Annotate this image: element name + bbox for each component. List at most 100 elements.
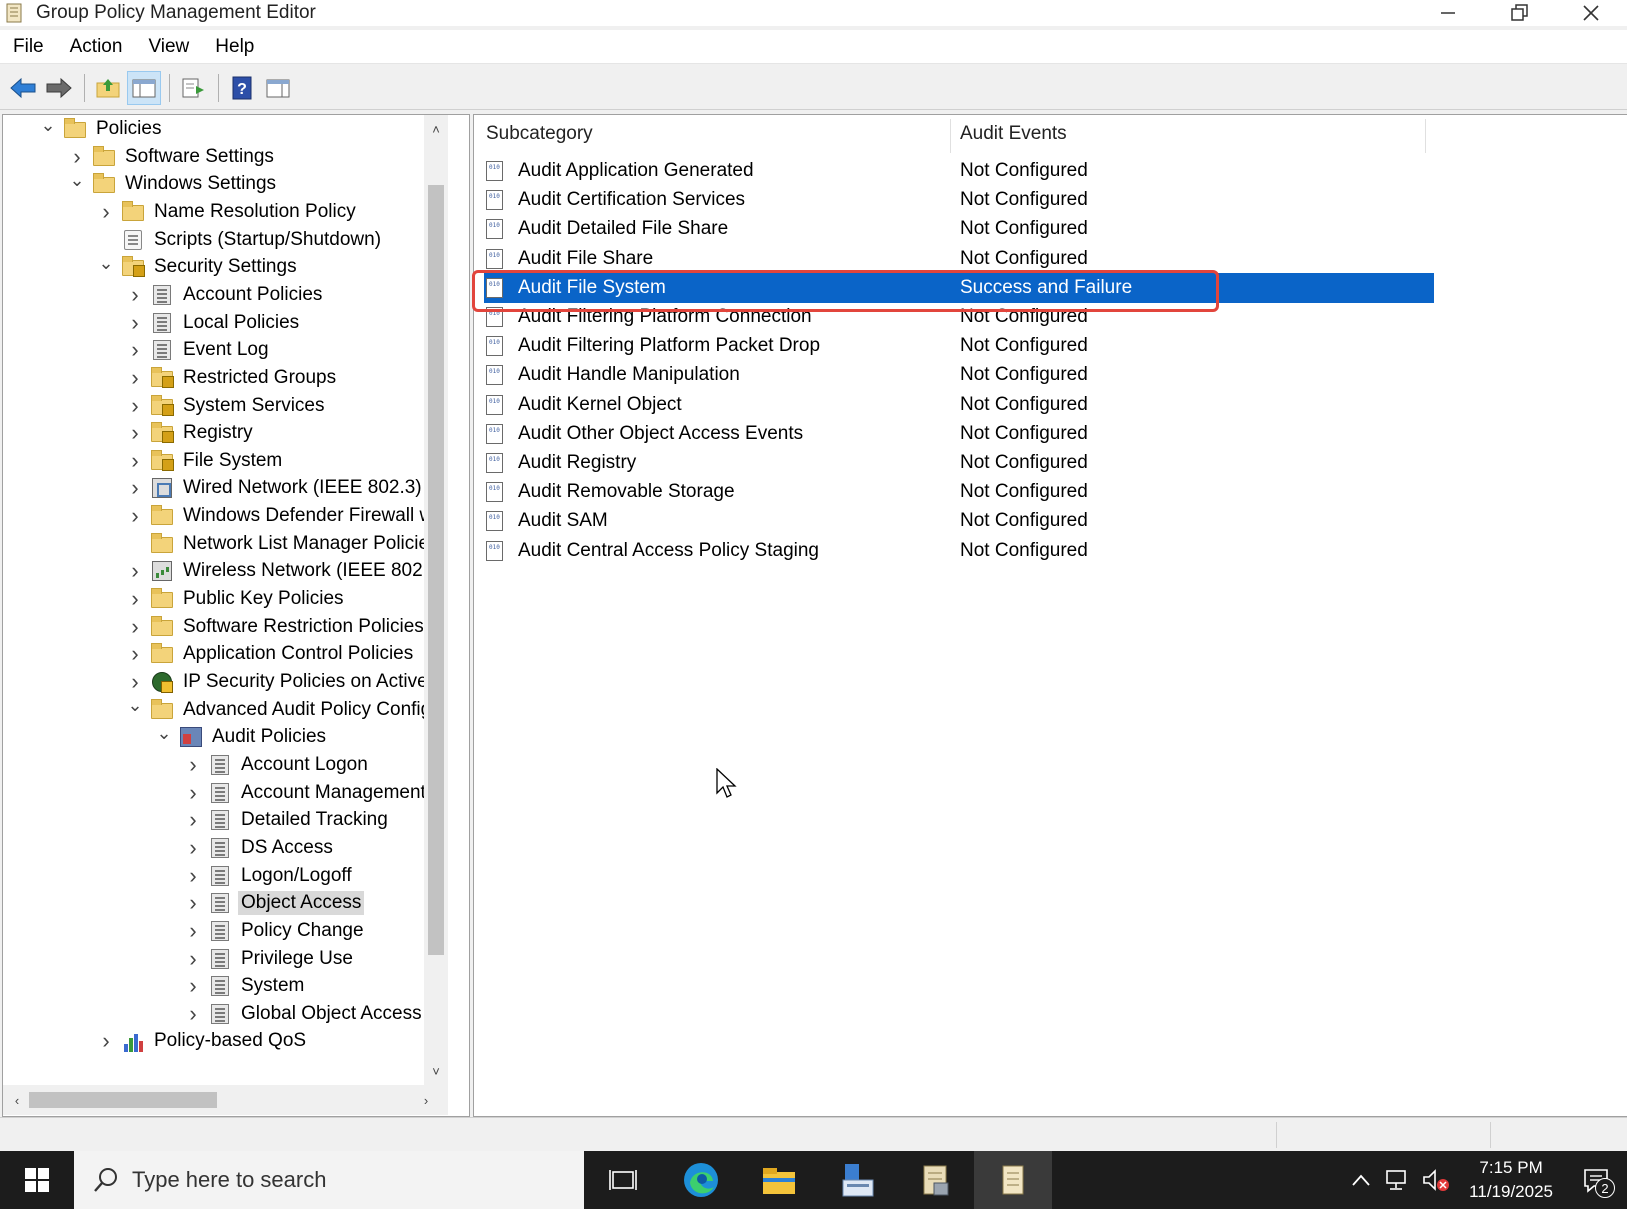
tree-item[interactable]: › Wired Network (IEEE 802.3) Po <box>120 474 443 502</box>
show-hide-action-pane-button[interactable] <box>261 71 295 105</box>
tree-item[interactable]: › Detailed Tracking <box>178 806 391 834</box>
chevron-right-icon[interactable]: › <box>178 917 208 945</box>
chevron-right-icon[interactable]: › <box>120 392 150 420</box>
taskbar-server-manager-button[interactable] <box>818 1151 896 1209</box>
tree-item[interactable]: › Local Policies <box>120 309 302 337</box>
tree-horizontal-scrollbar[interactable]: ‹ › <box>3 1085 448 1115</box>
tree-item[interactable]: Network List Manager Policie <box>120 530 432 558</box>
taskbar-edge-button[interactable] <box>662 1151 740 1209</box>
tree-item[interactable]: › Privilege Use <box>178 945 356 973</box>
chevron-right-icon[interactable]: › <box>178 862 208 890</box>
tree-item[interactable]: › Account Management <box>178 779 429 807</box>
volume-tray-button[interactable] <box>1417 1168 1455 1192</box>
chevron-down-icon[interactable]: ⌄ <box>91 249 121 277</box>
subcategory-row[interactable]: Audit Application Generated Not Configure… <box>484 156 1434 186</box>
start-button[interactable] <box>0 1151 74 1209</box>
column-header-subcategory[interactable]: Subcategory <box>486 115 946 153</box>
chevron-down-icon[interactable]: ⌄ <box>62 166 92 194</box>
taskbar-clock[interactable]: 7:15 PM 11/19/2025 <box>1469 1156 1553 1204</box>
back-button[interactable] <box>6 71 40 105</box>
task-view-button[interactable] <box>584 1151 662 1209</box>
up-one-level-button[interactable] <box>91 71 125 105</box>
chevron-down-icon[interactable]: ⌄ <box>120 692 150 720</box>
chevron-right-icon[interactable]: › <box>178 751 208 779</box>
subcategory-row[interactable]: Audit File Share Not Configured <box>484 244 1434 274</box>
scroll-down-icon[interactable]: ˅ <box>424 1059 448 1083</box>
help-button[interactable]: ? <box>225 71 259 105</box>
tree-item[interactable]: ⌄ Policies <box>33 115 164 143</box>
column-divider[interactable] <box>1425 119 1426 153</box>
tree-item[interactable]: Scripts (Startup/Shutdown) <box>91 226 384 254</box>
tree-item[interactable]: › Restricted Groups <box>120 364 339 392</box>
chevron-right-icon[interactable]: › <box>178 834 208 862</box>
chevron-right-icon[interactable]: › <box>120 281 150 309</box>
scroll-right-icon[interactable]: › <box>414 1088 438 1112</box>
tree-item[interactable]: ⌄ Windows Settings <box>62 170 279 198</box>
tree-item[interactable]: › Policy Change <box>178 917 367 945</box>
tree-item[interactable]: › Event Log <box>120 336 272 364</box>
subcategory-row[interactable]: Audit Kernel Object Not Configured <box>484 390 1434 420</box>
column-header-audit-events[interactable]: Audit Events <box>960 115 1420 153</box>
tree-vertical-scrollbar[interactable]: ˄ ˅ <box>424 115 448 1085</box>
tree-item[interactable]: › Windows Defender Firewall w <box>120 502 436 530</box>
chevron-right-icon[interactable]: › <box>178 806 208 834</box>
subcategory-row[interactable]: Audit Registry Not Configured <box>484 448 1434 478</box>
chevron-right-icon[interactable]: › <box>178 1000 208 1028</box>
tree-item[interactable]: › Global Object Access A <box>178 1000 442 1028</box>
subcategory-row[interactable]: Audit Handle Manipulation Not Configured <box>484 360 1434 390</box>
tree-item[interactable]: › Name Resolution Policy <box>91 198 359 226</box>
show-hide-console-tree-button[interactable] <box>127 70 161 105</box>
tree-item[interactable]: › Object Access <box>178 889 365 917</box>
taskbar-gpme-button[interactable] <box>974 1151 1052 1209</box>
subcategory-row[interactable]: Audit Other Object Access Events Not Conf… <box>484 419 1434 449</box>
tree-item[interactable]: › Logon/Logoff <box>178 862 355 890</box>
close-button[interactable] <box>1555 0 1627 26</box>
chevron-right-icon[interactable]: › <box>178 889 208 917</box>
subcategory-row[interactable]: Audit Certification Services Not Configur… <box>484 185 1434 215</box>
chevron-right-icon[interactable]: › <box>120 309 150 337</box>
column-divider[interactable] <box>950 119 951 153</box>
tree-item[interactable]: › Wireless Network (IEEE 802.11 <box>120 557 443 585</box>
chevron-right-icon[interactable]: › <box>120 640 150 668</box>
subcategory-row[interactable]: Audit Filtering Platform Connection Not C… <box>484 302 1434 332</box>
subcategory-row[interactable]: Audit SAM Not Configured <box>484 506 1434 536</box>
taskbar-search-box[interactable]: Type here to search <box>74 1151 584 1209</box>
menu-view[interactable]: View <box>135 36 202 58</box>
tree-item[interactable]: › Public Key Policies <box>120 585 347 613</box>
chevron-right-icon[interactable]: › <box>120 447 150 475</box>
chevron-right-icon[interactable]: › <box>120 419 150 447</box>
chevron-right-icon[interactable]: › <box>120 364 150 392</box>
menu-help[interactable]: Help <box>202 36 267 58</box>
tree-item[interactable]: › Software Restriction Policies <box>120 613 427 641</box>
minimize-button[interactable] <box>1412 0 1484 26</box>
tree-item[interactable]: › System Services <box>120 392 327 420</box>
chevron-right-icon[interactable]: › <box>91 1027 121 1055</box>
menu-file[interactable]: File <box>0 36 57 58</box>
chevron-right-icon[interactable]: › <box>178 945 208 973</box>
tree-vscroll-thumb[interactable] <box>428 185 444 955</box>
subcategory-row[interactable]: Audit Central Access Policy Staging Not C… <box>484 536 1434 566</box>
chevron-right-icon[interactable]: › <box>120 557 150 585</box>
network-tray-button[interactable] <box>1379 1168 1417 1192</box>
tree-item[interactable]: › Registry <box>120 419 256 447</box>
show-hidden-icons-button[interactable] <box>1343 1173 1379 1187</box>
tree-item[interactable]: › Application Control Policies <box>120 640 416 668</box>
restore-button[interactable] <box>1484 0 1556 26</box>
tree-item[interactable]: › Account Policies <box>120 281 325 309</box>
tree-item[interactable]: › DS Access <box>178 834 336 862</box>
action-center-button[interactable]: 2 <box>1567 1166 1627 1198</box>
menu-action[interactable]: Action <box>57 36 136 58</box>
tree-item[interactable]: ⌄ Security Settings <box>91 253 300 281</box>
tree-item[interactable]: ⌄ Audit Policies <box>149 723 329 751</box>
tree-item[interactable]: › System <box>178 972 307 1000</box>
tree-item[interactable]: › Policy-based QoS <box>91 1027 309 1055</box>
subcategory-row[interactable]: Audit Detailed File Share Not Configured <box>484 214 1434 244</box>
taskbar-gpmc-button[interactable] <box>896 1151 974 1209</box>
tree-item[interactable]: › File System <box>120 447 285 475</box>
chevron-right-icon[interactable]: › <box>120 474 150 502</box>
scroll-up-icon[interactable]: ˄ <box>424 117 448 141</box>
chevron-right-icon[interactable]: › <box>120 336 150 364</box>
tree-item[interactable]: › IP Security Policies on Active <box>120 668 431 696</box>
export-list-button[interactable] <box>176 71 210 105</box>
chevron-right-icon[interactable]: › <box>91 198 121 226</box>
